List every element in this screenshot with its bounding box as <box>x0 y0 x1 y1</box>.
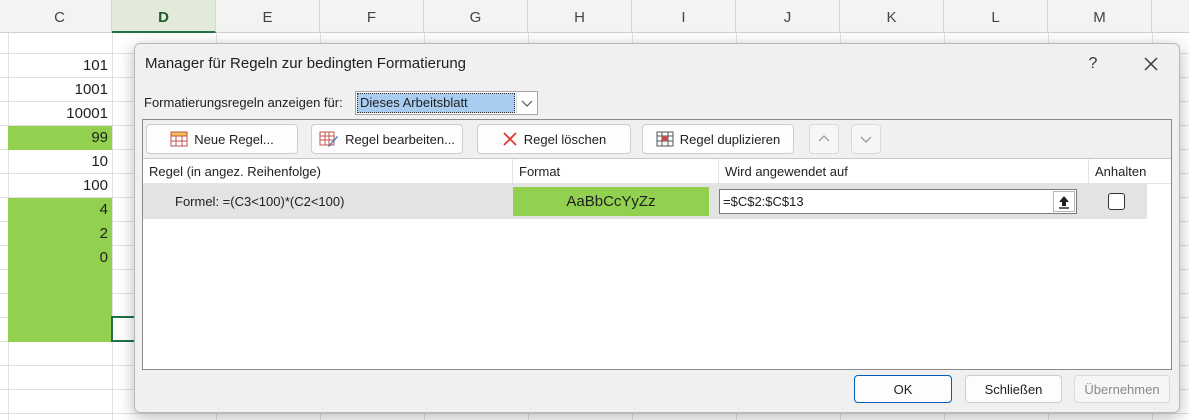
chevron-up-icon <box>818 135 830 142</box>
cell-c7[interactable]: 100 <box>8 174 112 198</box>
column-header-f[interactable]: F <box>320 0 424 33</box>
dialog-title: Manager für Regeln zur bedingten Formati… <box>145 55 467 72</box>
duplicate-table-icon <box>656 131 674 147</box>
edit-rule-label: Regel bearbeiten... <box>345 131 455 147</box>
applies-to-value: =$C$2:$C$13 <box>723 194 804 209</box>
collapse-arrow-icon <box>1059 196 1069 209</box>
move-up-button[interactable] <box>809 124 839 154</box>
rules-list[interactable]: Regel (in angez. Reihenfolge) Format Wir… <box>143 158 1171 369</box>
cell-c10[interactable]: 0 <box>8 246 112 270</box>
close-icon <box>1144 57 1158 71</box>
column-header-g[interactable]: G <box>424 0 528 33</box>
rule-row[interactable]: Formel: =(C3<100)*(C2<100) AaBbCcYyZz =$… <box>143 184 1147 219</box>
show-rules-dropdown[interactable]: Dieses Arbeitsblatt <box>355 91 538 115</box>
header-format[interactable]: Format <box>513 159 719 184</box>
help-button[interactable]: ? <box>1081 52 1105 76</box>
rules-panel: Neue Regel... Regel bearbeiten... Regel … <box>142 119 1172 370</box>
column-header-h[interactable]: H <box>528 0 632 33</box>
new-rule-label: Neue Regel... <box>194 131 274 147</box>
highlighted-empty-cells[interactable] <box>8 270 112 342</box>
column-header-m[interactable]: M <box>1048 0 1152 33</box>
column-header-d[interactable]: D <box>112 0 216 33</box>
header-stop-if-true[interactable]: Anhalten <box>1089 159 1147 184</box>
duplicate-rule-label: Regel duplizieren <box>679 131 781 147</box>
column-header-k[interactable]: K <box>840 0 944 33</box>
show-rules-label: Formatierungsregeln anzeigen für: <box>144 95 343 110</box>
delete-rule-button[interactable]: Regel löschen <box>477 124 631 154</box>
new-rule-button[interactable]: Neue Regel... <box>146 124 298 154</box>
apply-button[interactable]: Übernehmen <box>1074 375 1170 403</box>
edit-table-icon <box>319 131 339 147</box>
dropdown-arrow[interactable] <box>516 93 536 113</box>
column-header-e[interactable]: E <box>216 0 320 33</box>
table-icon <box>170 131 188 147</box>
rules-list-header: Regel (in angez. Reihenfolge) Format Wir… <box>143 159 1171 184</box>
cell-c6[interactable]: 10 <box>8 150 112 174</box>
move-down-button[interactable] <box>851 124 881 154</box>
ok-button[interactable]: OK <box>854 375 952 403</box>
column-header-l[interactable]: L <box>944 0 1048 33</box>
cell-c3[interactable]: 1001 <box>8 78 112 102</box>
chevron-down-icon <box>521 100 533 107</box>
header-applies-to[interactable]: Wird angewendet auf <box>719 159 1089 184</box>
applies-to-input[interactable]: =$C$2:$C$13 <box>719 189 1077 214</box>
collapse-dialog-button[interactable] <box>1053 191 1075 212</box>
stop-if-true-checkbox[interactable] <box>1108 193 1125 210</box>
delete-icon <box>503 132 517 146</box>
edit-rule-button[interactable]: Regel bearbeiten... <box>311 124 463 154</box>
column-header-c[interactable]: C <box>8 0 112 33</box>
close-button[interactable] <box>1136 50 1166 78</box>
duplicate-rule-button[interactable]: Regel duplizieren <box>642 124 794 154</box>
conditional-formatting-rules-manager: Manager für Regeln zur bedingten Formati… <box>134 43 1180 413</box>
column-header-j[interactable]: J <box>736 0 840 33</box>
header-rule[interactable]: Regel (in angez. Reihenfolge) <box>143 159 513 184</box>
cell-c5[interactable]: 99 <box>8 126 112 150</box>
column-header-i[interactable]: I <box>632 0 736 33</box>
chevron-down-icon <box>860 136 872 143</box>
delete-rule-label: Regel löschen <box>523 131 607 147</box>
cell-c4[interactable]: 10001 <box>8 102 112 126</box>
close-dialog-button[interactable]: Schließen <box>965 375 1062 403</box>
cell-c8[interactable]: 4 <box>8 198 112 222</box>
cell-c9[interactable]: 2 <box>8 222 112 246</box>
show-rules-value: Dieses Arbeitsblatt <box>357 93 515 113</box>
column-header-bar: C D E F G H I J K L M <box>0 0 1189 33</box>
rule-description: Formel: =(C3<100)*(C2<100) <box>175 194 345 209</box>
format-preview: AaBbCcYyZz <box>513 187 709 216</box>
cell-c2[interactable]: 101 <box>8 54 112 78</box>
